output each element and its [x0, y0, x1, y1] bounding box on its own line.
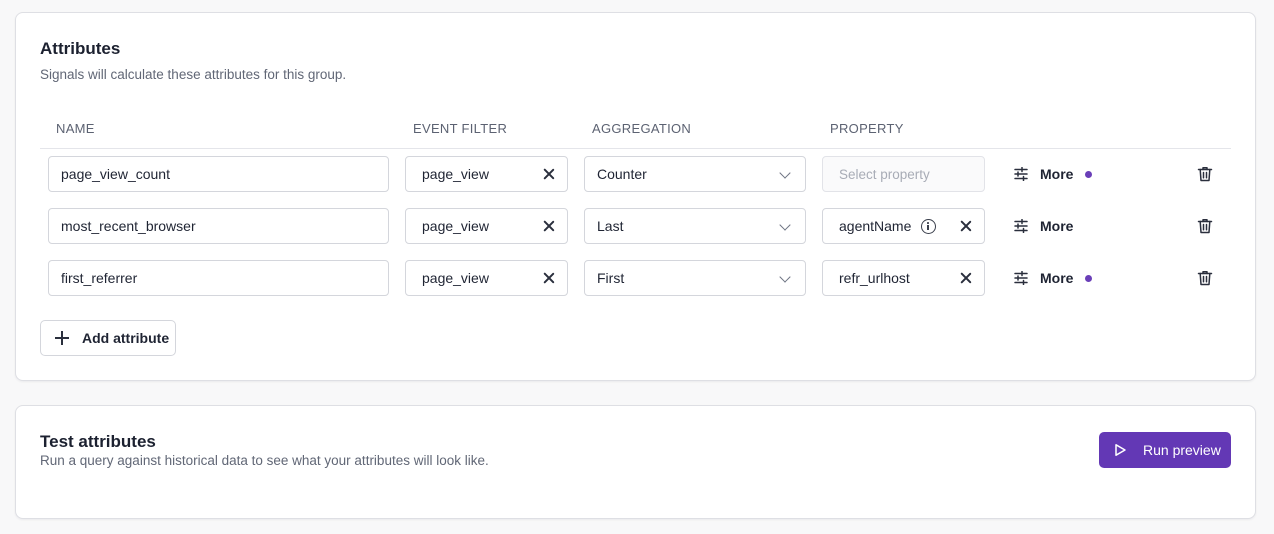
clear-event-filter-icon[interactable] — [541, 166, 557, 182]
property-placeholder: Select property — [839, 166, 930, 182]
modified-indicator — [1085, 274, 1093, 282]
add-attribute-button[interactable]: Add attribute — [40, 320, 176, 356]
event-filter-value: page_view — [422, 218, 489, 234]
chevron-down-icon — [779, 219, 791, 231]
clear-event-filter-icon[interactable] — [541, 270, 557, 286]
chevron-down-icon — [779, 167, 791, 179]
trash-icon[interactable] — [1196, 269, 1214, 287]
event-filter-field[interactable]: page_view — [405, 156, 568, 192]
trash-icon[interactable] — [1196, 217, 1214, 235]
event-filter-value: page_view — [422, 166, 489, 182]
property-value: agentName — [839, 218, 912, 234]
attribute-row: most_recent_browser page_view Last agent… — [48, 208, 1228, 244]
property-select[interactable]: refr_urlhost — [822, 260, 985, 296]
clear-event-filter-icon[interactable] — [541, 218, 557, 234]
property-select[interactable]: agentName — [822, 208, 985, 244]
attributes-table-header: NAME EVENT FILTER AGGREGATION PROPERTY — [40, 109, 1231, 149]
test-attributes-title: Test attributes — [40, 432, 156, 451]
more-options-button[interactable]: More — [1014, 208, 1073, 244]
attributes-subtitle: Signals will calculate these attributes … — [40, 67, 347, 82]
aggregation-select[interactable]: Counter — [584, 156, 806, 192]
attribute-row: page_view_count page_view Counter Select… — [48, 156, 1228, 192]
run-preview-label: Run preview — [1143, 442, 1221, 458]
attribute-name-value: first_referrer — [61, 270, 138, 286]
clear-property-icon[interactable] — [958, 218, 974, 234]
test-attributes-card: Test attributes Run a query against hist… — [15, 405, 1256, 519]
column-header-event-filter: EVENT FILTER — [413, 121, 508, 136]
clear-property-icon[interactable] — [958, 270, 974, 286]
property-select[interactable]: Select property — [822, 156, 985, 192]
attribute-row: first_referrer page_view First refr_urlh… — [48, 260, 1228, 296]
aggregation-select[interactable]: First — [584, 260, 806, 296]
attribute-name-input[interactable]: first_referrer — [48, 260, 389, 296]
more-options-button[interactable]: More — [1014, 156, 1093, 192]
attribute-name-value: most_recent_browser — [61, 218, 196, 234]
play-icon — [1115, 444, 1126, 456]
test-attributes-subtitle: Run a query against historical data to s… — [40, 453, 489, 468]
modified-indicator — [1085, 170, 1093, 178]
attribute-name-value: page_view_count — [61, 166, 170, 182]
run-preview-button[interactable]: Run preview — [1099, 432, 1231, 468]
aggregation-value: First — [597, 270, 625, 286]
more-label: More — [1040, 270, 1074, 286]
sliders-icon — [1014, 167, 1028, 181]
sliders-icon — [1014, 219, 1028, 233]
column-header-property: PROPERTY — [830, 121, 904, 136]
more-label: More — [1040, 166, 1074, 182]
column-header-aggregation: AGGREGATION — [592, 121, 692, 136]
attributes-card: Attributes Signals will calculate these … — [15, 12, 1256, 381]
attribute-name-input[interactable]: most_recent_browser — [48, 208, 389, 244]
event-filter-value: page_view — [422, 270, 489, 286]
add-attribute-label: Add attribute — [82, 330, 170, 346]
column-header-name: NAME — [56, 121, 95, 136]
more-label: More — [1040, 218, 1074, 234]
aggregation-value: Last — [597, 218, 624, 234]
info-icon[interactable] — [921, 219, 936, 234]
event-filter-field[interactable]: page_view — [405, 208, 568, 244]
chevron-down-icon — [779, 271, 791, 283]
property-value: refr_urlhost — [839, 270, 910, 286]
event-filter-field[interactable]: page_view — [405, 260, 568, 296]
sliders-icon — [1014, 271, 1028, 285]
attributes-title: Attributes — [40, 39, 121, 58]
trash-icon[interactable] — [1196, 165, 1214, 183]
aggregation-select[interactable]: Last — [584, 208, 806, 244]
attribute-name-input[interactable]: page_view_count — [48, 156, 389, 192]
more-options-button[interactable]: More — [1014, 260, 1093, 296]
aggregation-value: Counter — [597, 166, 647, 182]
plus-icon — [55, 331, 69, 345]
